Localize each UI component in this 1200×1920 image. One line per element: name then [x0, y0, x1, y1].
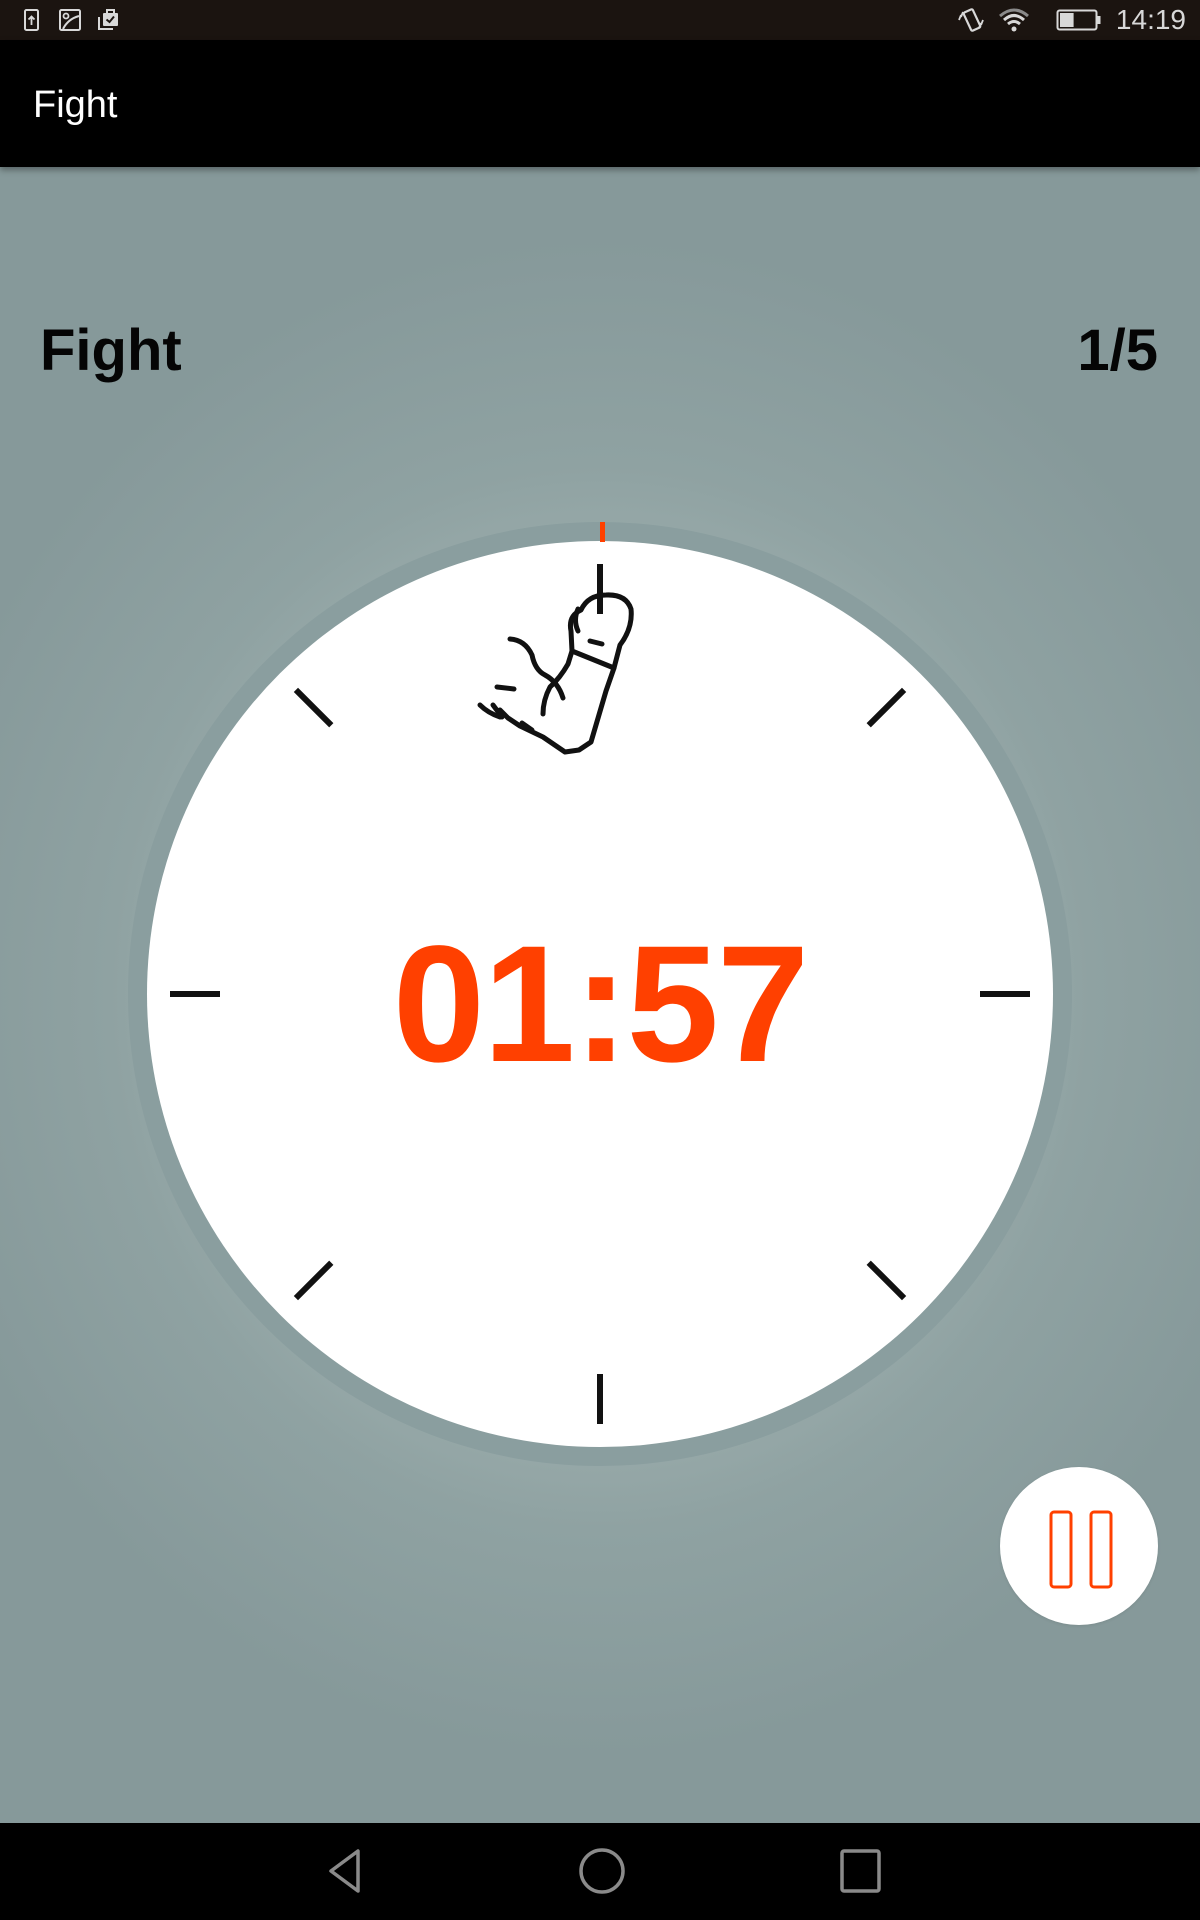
- image-notification-icon: [59, 9, 81, 31]
- progress-marker: [600, 522, 605, 542]
- status-left-icons: [20, 8, 120, 32]
- battery-icon: [1056, 9, 1101, 31]
- upload-notification-icon: [24, 9, 39, 31]
- recents-button[interactable]: [830, 1841, 890, 1901]
- countdown-timer: 01:57: [392, 912, 810, 1097]
- app-bar: Fight: [0, 40, 1200, 167]
- home-button[interactable]: [572, 1841, 632, 1901]
- pause-button[interactable]: [1000, 1467, 1158, 1625]
- home-icon: [579, 1848, 625, 1894]
- status-bar: 14:19: [0, 0, 1200, 40]
- pause-icon: [1049, 1510, 1113, 1589]
- app-title: Fight: [33, 84, 118, 126]
- vibrate-icon: [958, 8, 984, 32]
- clipboard-check-icon: [98, 9, 118, 30]
- navigation-bar: [0, 1823, 1200, 1920]
- back-button[interactable]: [315, 1841, 375, 1901]
- status-time: 14:19: [1115, 4, 1186, 35]
- status-right-icons: 14:19: [958, 4, 1186, 36]
- recents-icon: [840, 1849, 881, 1893]
- wifi-icon: [998, 8, 1029, 32]
- timer-screen: Fight 1/5 01:57: [0, 167, 1200, 1823]
- back-icon: [329, 1849, 360, 1893]
